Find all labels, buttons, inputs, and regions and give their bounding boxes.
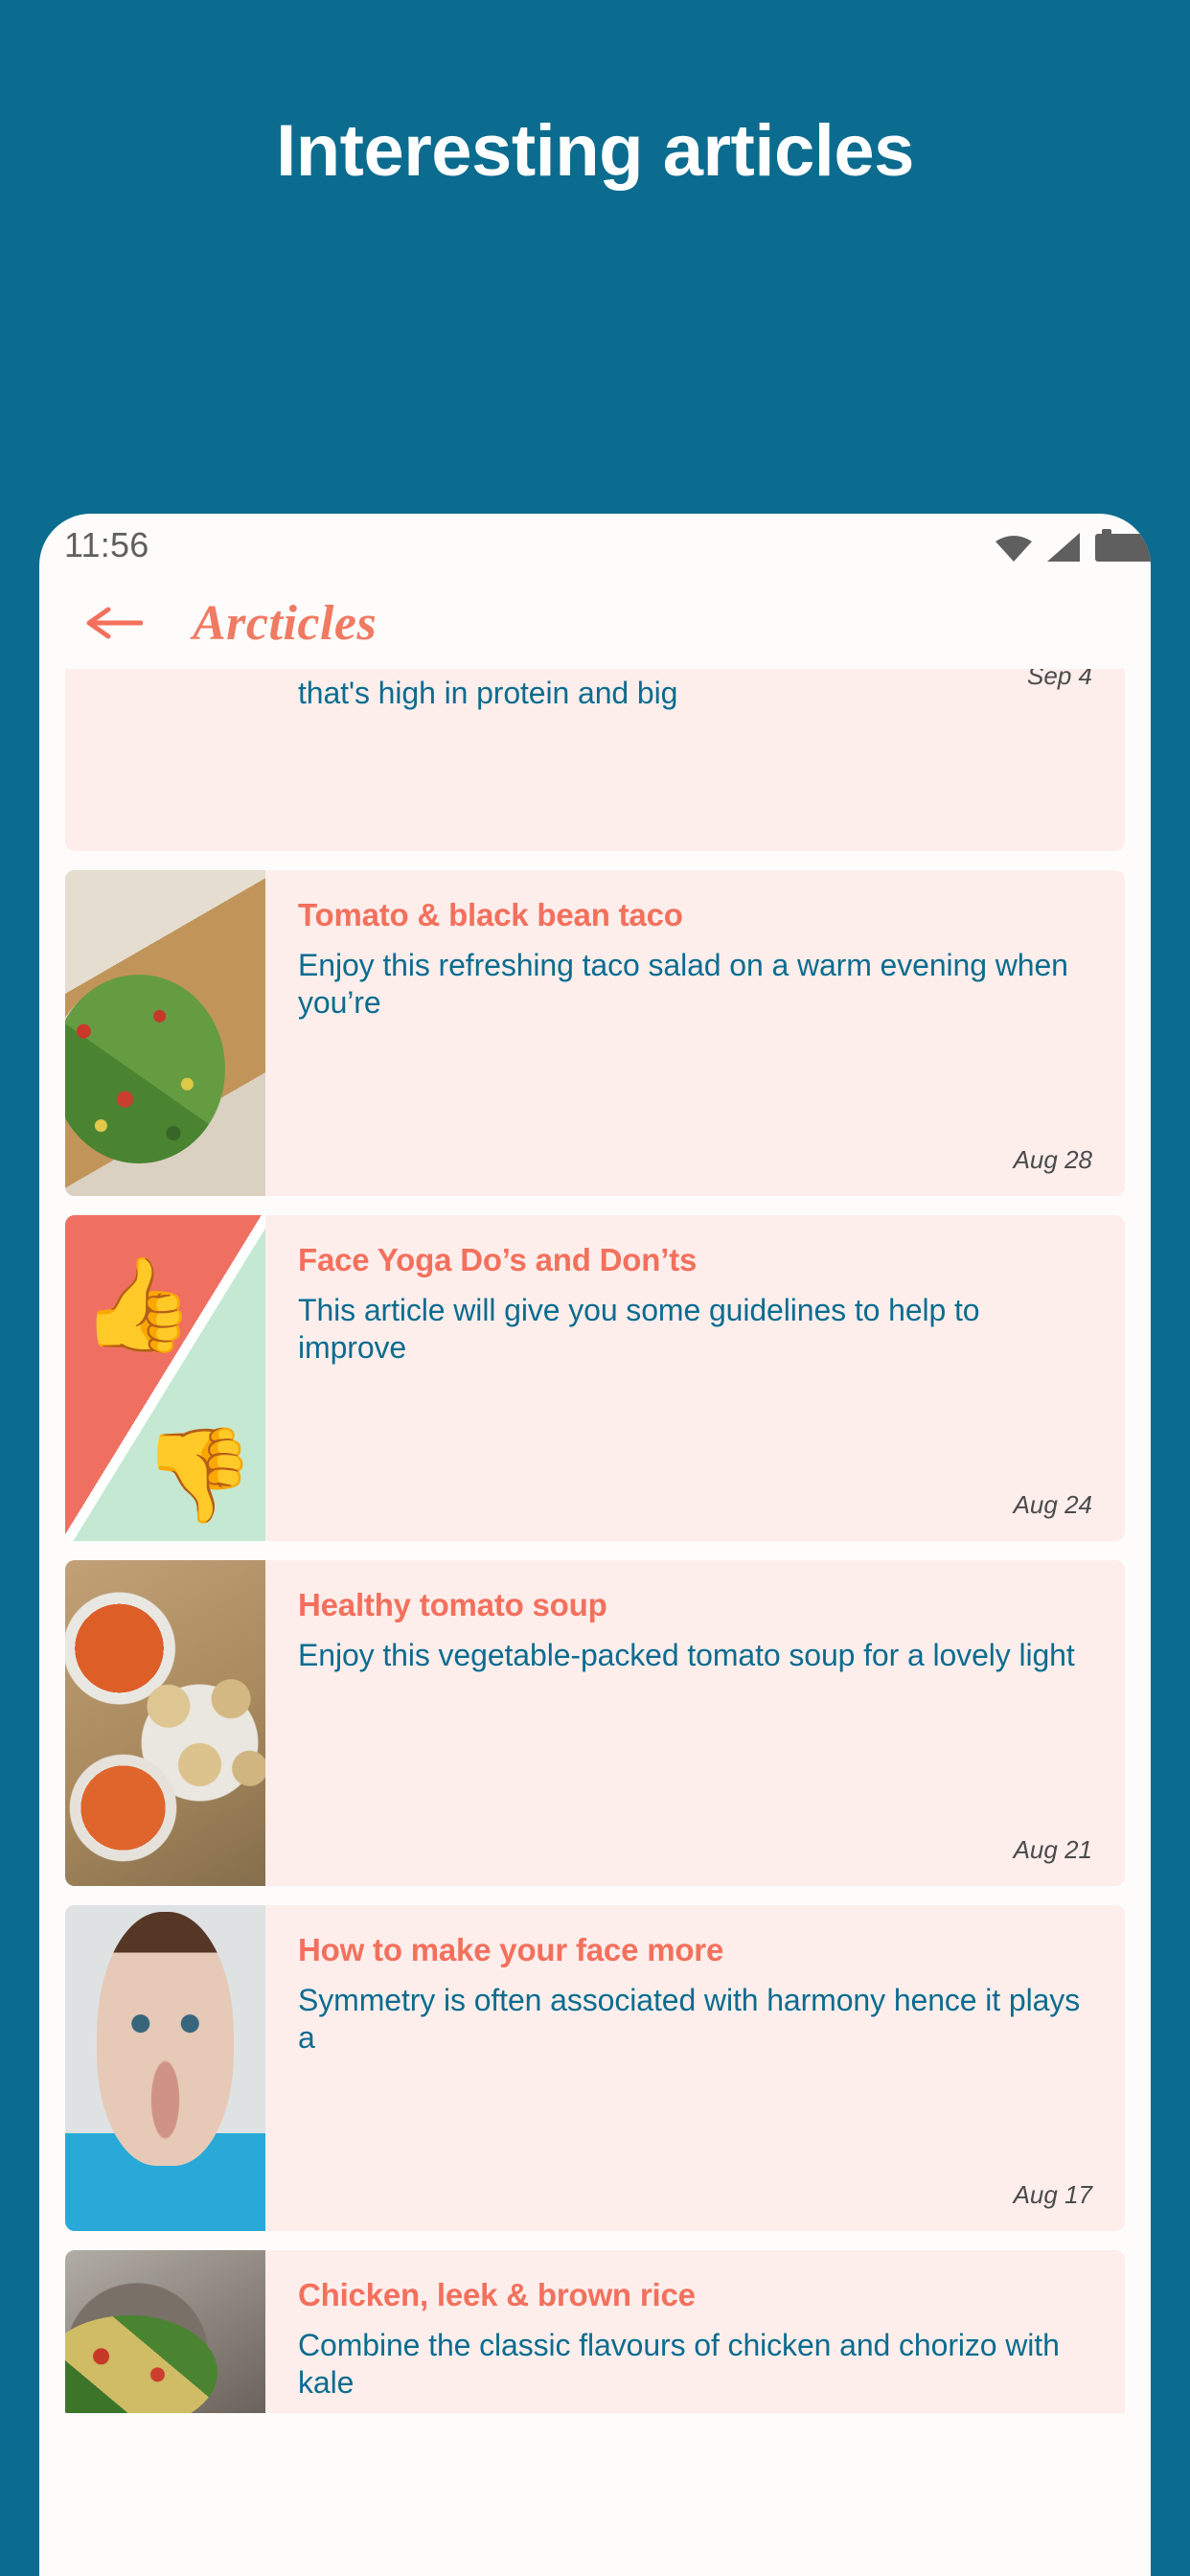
list-item[interactable]: How to make your face more Symmetry is o… [65, 1905, 1125, 2231]
list-item[interactable]: that's high in protein and big Sep 4 [65, 669, 1125, 851]
article-date: Sep 4 [1027, 669, 1092, 691]
wifi-icon [995, 535, 1032, 562]
app-title: Arcticles [193, 595, 378, 651]
article-description: This article will give you some guidelin… [298, 1293, 980, 1366]
app-bar: Arcticles [39, 577, 1151, 669]
list-item[interactable]: Healthy tomato soup Enjoy this vegetable… [65, 1560, 1125, 1886]
thumbs-down-icon: 👎 [141, 1424, 256, 1527]
list-item[interactable]: Chicken, leek & brown rice Combine the c… [65, 2250, 1125, 2413]
status-icons [995, 529, 1151, 562]
article-thumbnail [65, 870, 265, 1196]
promo-page: Interesting articles 11:56 Arcticles tha… [0, 0, 1190, 2576]
back-arrow-icon[interactable] [83, 602, 144, 644]
article-body: Face Yoga Do’s and Don’ts This article w… [265, 1215, 1125, 1541]
article-title: How to make your face more [298, 1932, 724, 1967]
article-list[interactable]: that's high in protein and big Sep 4 Tom… [39, 669, 1151, 2576]
list-item[interactable]: Tomato & black bean taco Enjoy this refr… [65, 870, 1125, 1196]
status-bar: 11:56 [39, 514, 1151, 577]
article-body: Tomato & black bean taco Enjoy this refr… [265, 870, 1125, 1196]
status-clock: 11:56 [64, 525, 149, 564]
article-date: Aug 21 [1013, 1835, 1092, 1864]
article-description: Enjoy this refreshing taco salad on a wa… [298, 948, 1068, 1021]
article-description: Symmetry is often associated with harmon… [298, 1983, 1081, 2056]
battery-icon [1095, 529, 1151, 562]
article-body: How to make your face more Symmetry is o… [265, 1905, 1125, 2231]
article-description: Enjoy this vegetable-packed tomato soup … [298, 1638, 1075, 1672]
page-title: Interesting articles [276, 110, 914, 192]
list-item[interactable]: 👍 👎 Face Yoga Do’s and Don’ts This artic… [65, 1215, 1125, 1541]
article-title: Tomato & black bean taco [298, 897, 683, 932]
article-thumbnail: 👍 👎 [65, 1215, 265, 1541]
article-body: Chicken, leek & brown rice Combine the c… [265, 2250, 1125, 2413]
article-title: Chicken, leek & brown rice [298, 2277, 696, 2312]
article-title: Healthy tomato soup [298, 1587, 607, 1622]
article-date: Aug 17 [1013, 2180, 1092, 2209]
article-date: Aug 28 [1013, 1145, 1092, 1174]
thumbs-up-icon: 👍 [80, 1254, 195, 1356]
phone-mockup: 11:56 Arcticles that's high in protein a… [39, 514, 1151, 2576]
article-thumbnail [65, 2250, 265, 2413]
article-date: Aug 24 [1013, 1490, 1092, 1519]
article-thumbnail [65, 1560, 265, 1886]
article-description: that's high in protein and big [298, 676, 678, 710]
cellular-signal-icon [1047, 533, 1080, 562]
article-thumbnail [65, 1905, 265, 2231]
article-title: Face Yoga Do’s and Don’ts [298, 1242, 698, 1277]
article-description: Combine the classic flavours of chicken … [298, 2328, 1060, 2401]
article-body: that's high in protein and big Sep 4 [265, 669, 1125, 712]
article-body: Healthy tomato soup Enjoy this vegetable… [265, 1560, 1125, 1886]
